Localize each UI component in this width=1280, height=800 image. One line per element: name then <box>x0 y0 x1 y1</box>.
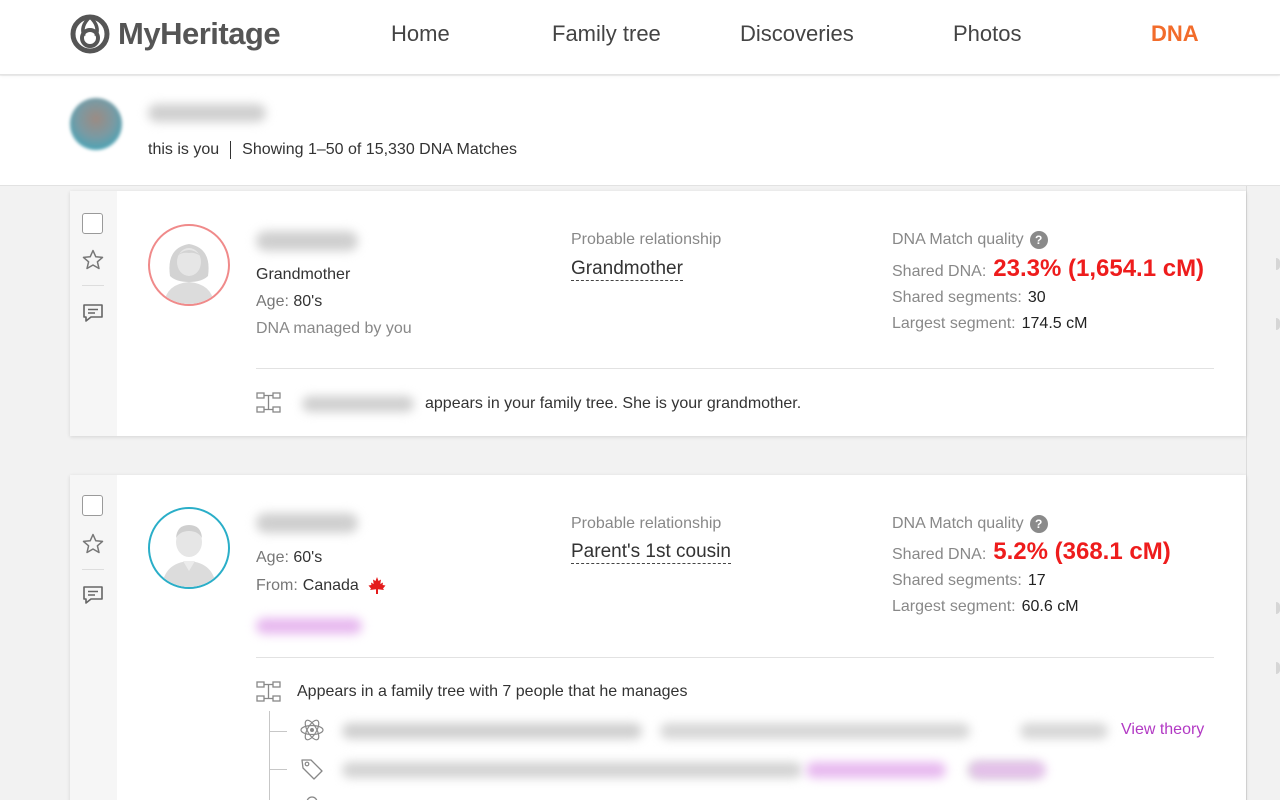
theory-text-blurred <box>1020 723 1108 739</box>
family-tree-icon <box>256 681 282 703</box>
view-theory-link[interactable]: View theory <box>1121 721 1204 739</box>
help-icon[interactable]: ? <box>1029 515 1048 533</box>
match-name-blurred[interactable] <box>256 231 358 251</box>
select-checkbox[interactable] <box>82 495 103 516</box>
record-link-blurred[interactable] <box>970 762 1046 778</box>
theory-text-blurred <box>660 723 970 739</box>
select-checkbox[interactable] <box>82 213 103 234</box>
shared-segments-value: 17 <box>1027 572 1046 589</box>
match-relation: Grandmother <box>256 266 351 283</box>
largest-segment: Largest segment: 174.5 cM <box>892 315 1087 333</box>
tree-connector <box>269 711 270 800</box>
from-label: From: <box>256 577 298 594</box>
panel-divider <box>1246 186 1247 800</box>
pin-icon <box>299 793 325 800</box>
shared-dna-label: Shared DNA: <box>892 546 987 563</box>
nav-discoveries[interactable]: Discoveries <box>740 21 854 47</box>
shared-segments: Shared segments: 17 <box>892 572 1046 590</box>
probable-relationship-label: Probable relationship <box>571 231 722 248</box>
top-nav: MyHeritage Home Family tree Discoveries … <box>0 0 1280 75</box>
match-name-blurred[interactable] <box>256 513 358 533</box>
age-label: Age: <box>256 549 289 566</box>
largest-segment-label: Largest segment: <box>892 598 1016 615</box>
this-is-you-label: this is you <box>148 141 220 158</box>
family-tree-icon <box>256 392 282 414</box>
divider <box>256 368 1214 369</box>
male-avatar-icon[interactable] <box>148 507 230 589</box>
divider <box>82 569 104 570</box>
largest-segment-value: 174.5 cM <box>1021 315 1088 332</box>
scroll-marker <box>1276 258 1280 270</box>
match-quality-label: DNA Match quality ? <box>892 231 1048 249</box>
match-from: From: Canada <box>256 576 387 596</box>
shared-segments-value: 30 <box>1027 289 1046 306</box>
tag-icon <box>299 756 325 782</box>
shared-dna: Shared DNA: 23.3% (1,654.1 cM) <box>892 255 1204 283</box>
scroll-marker <box>1276 602 1280 614</box>
age-value: 60's <box>293 549 323 566</box>
star-icon[interactable] <box>81 532 105 556</box>
match-card: Grandmother Age: 80's DNA managed by you… <box>70 191 1246 436</box>
card-actions <box>70 191 117 436</box>
help-icon[interactable]: ? <box>1029 231 1048 249</box>
match-quality-label: DNA Match quality ? <box>892 515 1048 533</box>
age-label: Age: <box>256 293 289 310</box>
profile-subtitle: this is you Showing 1–50 of 15,330 DNA M… <box>148 141 517 159</box>
shared-dna: Shared DNA: 5.2% (368.1 cM) <box>892 538 1171 566</box>
logo-text: MyHeritage <box>118 16 281 51</box>
divider <box>256 657 1214 658</box>
nav-photos[interactable]: Photos <box>953 21 1022 47</box>
quality-text: DNA Match quality <box>892 515 1024 532</box>
nav-dna[interactable]: DNA <box>1151 21 1199 47</box>
nav-home[interactable]: Home <box>391 21 450 47</box>
shared-segments-label: Shared segments: <box>892 572 1022 589</box>
tree-person-blurred[interactable] <box>302 396 414 412</box>
tree-note: appears in your family tree. She is your… <box>425 395 802 412</box>
scroll-marker <box>1276 662 1280 674</box>
match-count-label: Showing 1–50 of 15,330 DNA Matches <box>242 141 517 158</box>
tree-note: Appears in a family tree with 7 people t… <box>297 683 688 700</box>
star-icon[interactable] <box>81 248 105 272</box>
myheritage-logo-icon <box>70 14 114 54</box>
myheritage-logo[interactable]: MyHeritage <box>70 14 281 54</box>
match-link-blurred[interactable] <box>256 618 362 634</box>
divider <box>230 141 232 159</box>
from-value: Canada <box>302 577 359 594</box>
comment-icon[interactable] <box>81 583 105 607</box>
tree-connector <box>269 769 287 770</box>
record-link-blurred[interactable] <box>806 762 946 778</box>
probable-relationship-value[interactable]: Parent's 1st cousin <box>571 541 731 564</box>
probable-relationship-label: Probable relationship <box>571 515 722 532</box>
avatar[interactable] <box>70 98 122 150</box>
shared-segments: Shared segments: 30 <box>892 289 1046 307</box>
match-age: Age: 60's <box>256 549 322 567</box>
female-avatar-icon[interactable] <box>148 224 230 306</box>
probable-relationship-value[interactable]: Grandmother <box>571 258 683 281</box>
match-age: Age: 80's <box>256 293 322 311</box>
canada-flag-icon <box>367 576 387 596</box>
theory-atom-icon <box>299 717 325 743</box>
largest-segment-value: 60.6 cM <box>1021 598 1079 615</box>
record-text-blurred <box>342 762 802 778</box>
largest-segment-label: Largest segment: <box>892 315 1016 332</box>
shared-segments-label: Shared segments: <box>892 289 1022 306</box>
shared-dna-value[interactable]: 23.3% (1,654.1 cM) <box>993 255 1204 283</box>
comment-icon[interactable] <box>81 301 105 325</box>
dna-managed-label: DNA managed by you <box>256 320 412 337</box>
divider <box>82 285 104 286</box>
quality-text: DNA Match quality <box>892 231 1024 248</box>
shared-dna-value[interactable]: 5.2% (368.1 cM) <box>993 538 1170 566</box>
scroll-marker <box>1276 318 1280 330</box>
theory-text-blurred <box>342 723 642 739</box>
user-name-blurred <box>148 104 266 122</box>
match-card: Age: 60's From: Canada Probable relation… <box>70 475 1246 800</box>
tree-connector <box>269 731 287 732</box>
card-actions <box>70 475 117 800</box>
shared-dna-label: Shared DNA: <box>892 263 987 280</box>
largest-segment: Largest segment: 60.6 cM <box>892 598 1079 616</box>
age-value: 80's <box>293 293 323 310</box>
profile-header: this is you Showing 1–50 of 15,330 DNA M… <box>0 76 1280 186</box>
nav-family-tree[interactable]: Family tree <box>552 21 661 47</box>
